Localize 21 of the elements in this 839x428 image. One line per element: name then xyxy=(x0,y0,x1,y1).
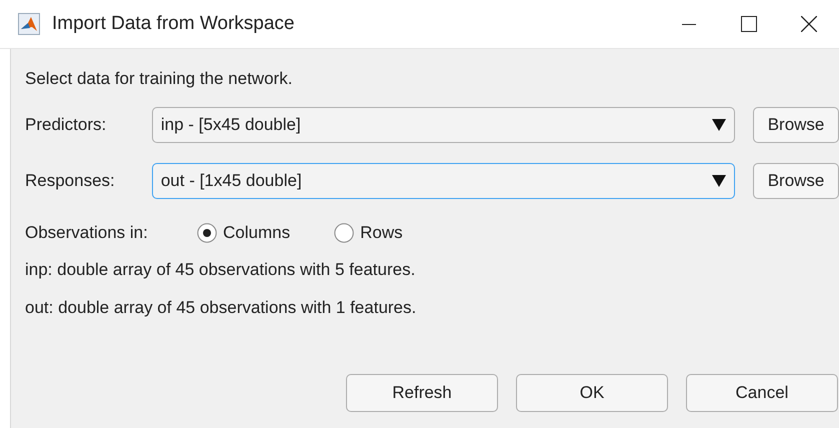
app-icon xyxy=(18,13,40,35)
caret-icon xyxy=(712,175,726,187)
caret-icon xyxy=(712,119,726,131)
instruction-text: Select data for training the network. xyxy=(25,69,294,90)
maximize-icon[interactable] xyxy=(741,16,757,32)
radio-option[interactable]: Rows xyxy=(334,223,403,243)
info-text: out: double array of 45 observations with 1 features. xyxy=(25,298,418,319)
variable-dropdown[interactable]: inp - [5x45 double] xyxy=(152,107,736,143)
field-label: Responses: xyxy=(25,171,116,191)
dialog-button[interactable]: Cancel xyxy=(686,374,838,412)
info-text: inp: double array of 45 observations with 5 features. xyxy=(25,260,416,281)
close-icon[interactable] xyxy=(801,16,817,32)
browse-button[interactable]: Browse xyxy=(753,163,839,199)
window-title: Import Data from Workspace xyxy=(52,13,295,35)
dialog-button[interactable]: Refresh xyxy=(346,374,498,412)
variable-dropdown[interactable]: out - [1x45 double] xyxy=(152,163,736,199)
field-label: Predictors: xyxy=(25,115,108,135)
observations-label: Observations in: xyxy=(25,223,149,243)
browse-button[interactable]: Browse xyxy=(753,107,839,143)
dialog-button[interactable]: OK xyxy=(516,374,668,412)
radio-option[interactable]: Columns xyxy=(197,223,290,243)
